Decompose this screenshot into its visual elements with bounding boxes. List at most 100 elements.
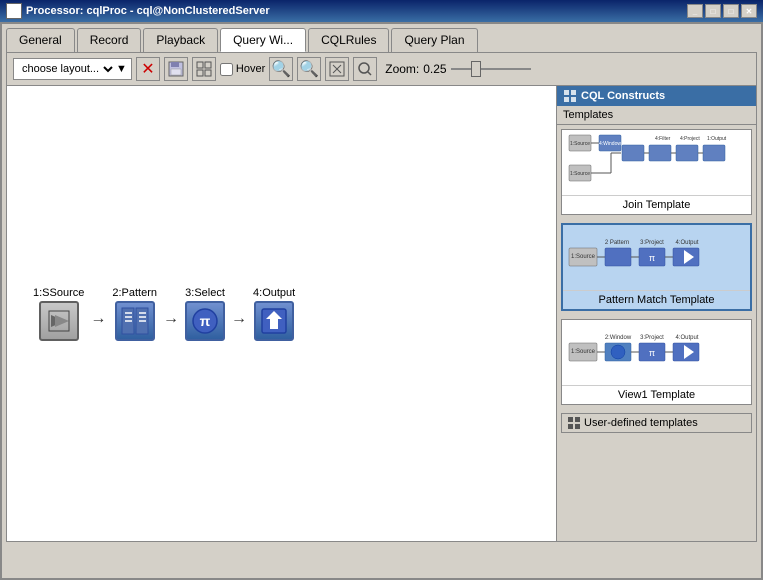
- tab-record[interactable]: Record: [77, 28, 142, 52]
- zoom-out-button[interactable]: 🔍: [297, 57, 321, 81]
- node-output-label: 4:Output: [253, 287, 295, 299]
- svg-text:4:Window: 4:Window: [599, 141, 621, 147]
- zoom-thumb[interactable]: [471, 61, 481, 77]
- view1-svg: 1:Source 2:Window 3:Project π 4:Output: [567, 325, 747, 380]
- tab-general[interactable]: General: [6, 28, 75, 52]
- user-defined-templates-footer[interactable]: User-defined templates: [561, 413, 752, 433]
- node-output-icon[interactable]: [254, 301, 294, 341]
- pattern-match-preview: 1:Source 2 Pattern 3:Project π 4:Output: [563, 225, 750, 290]
- svg-text:π: π: [648, 253, 654, 263]
- hover-checkbox[interactable]: [220, 63, 233, 76]
- constructs-icon: [563, 89, 577, 103]
- layout-select[interactable]: choose layout...: [18, 62, 116, 76]
- svg-text:π: π: [648, 348, 654, 358]
- node-ssource-icon[interactable]: [39, 301, 79, 341]
- search-icon: [357, 61, 373, 77]
- dropdown-arrow-icon: ▼: [116, 63, 127, 75]
- right-panel: CQL Constructs Templates 1:Source: [556, 86, 756, 541]
- pattern-match-template-item[interactable]: 1:Source 2 Pattern 3:Project π 4:Output: [561, 223, 752, 311]
- fit-icon: [329, 61, 345, 77]
- zoom-slider[interactable]: [451, 61, 531, 77]
- node-pattern-icon[interactable]: [115, 301, 155, 341]
- minimize-button[interactable]: _: [687, 4, 703, 18]
- svg-text:2:Window: 2:Window: [604, 335, 631, 341]
- right-panel-header: CQL Constructs: [557, 86, 756, 106]
- svg-text:1:Output: 1:Output: [707, 136, 727, 142]
- right-panel-title: CQL Constructs: [581, 90, 665, 102]
- source-shape: [45, 307, 73, 335]
- grid-button[interactable]: [192, 57, 216, 81]
- select-shape: π: [191, 307, 219, 335]
- svg-text:1:Source: 1:Source: [570, 349, 595, 355]
- svg-text:1:Source: 1:Source: [570, 254, 595, 260]
- titlebar-controls[interactable]: _ □ □ ✕: [687, 4, 757, 18]
- app-icon: ⚙: [6, 3, 22, 19]
- user-templates-icon: [568, 417, 580, 429]
- svg-text:1:Source: 1:Source: [569, 171, 589, 177]
- templates-label: Templates: [563, 109, 613, 121]
- titlebar-left: ⚙ Processor: cqlProc - cql@NonClusteredS…: [6, 3, 270, 19]
- layout-select-wrapper[interactable]: choose layout... ▼: [13, 58, 132, 80]
- svg-text:1:Source: 1:Source: [569, 141, 589, 147]
- zoom-track: [451, 68, 531, 70]
- grid-icon: [196, 61, 212, 77]
- svg-text:2 Pattern: 2 Pattern: [604, 240, 628, 246]
- pattern-shape: [121, 307, 149, 335]
- join-template-svg: 1:Source 4:Window 1:Source Scan: [567, 133, 747, 193]
- output-shape: [260, 307, 288, 335]
- node-pattern-label: 2:Pattern: [112, 287, 157, 299]
- join-template-item[interactable]: 1:Source 4:Window 1:Source Scan: [561, 129, 752, 215]
- join-template-label: Join Template: [562, 195, 751, 214]
- hover-label: Hover: [236, 63, 265, 75]
- zoom-area: Zoom: 0.25: [385, 62, 446, 76]
- svg-text:4:Project: 4:Project: [680, 136, 700, 142]
- arrow-2: →: [163, 311, 179, 327]
- user-defined-label: User-defined templates: [584, 417, 698, 429]
- search-button[interactable]: [353, 57, 377, 81]
- close-button[interactable]: ✕: [741, 4, 757, 18]
- pattern-match-label: Pattern Match Template: [563, 290, 750, 309]
- node-ssource[interactable]: 1:SSource: [33, 287, 84, 341]
- maximize-button[interactable]: □: [705, 4, 721, 18]
- content-area: choose layout... ▼ ✕: [6, 52, 757, 542]
- join-template-preview: 1:Source 4:Window 1:Source Scan: [562, 130, 751, 195]
- svg-text:π: π: [200, 313, 211, 329]
- titlebar-title: Processor: cqlProc - cql@NonClusteredSer…: [26, 5, 270, 17]
- restore-button[interactable]: □: [723, 4, 739, 18]
- view1-template-label: View1 Template: [562, 385, 751, 404]
- save-icon: [168, 61, 184, 77]
- node-pattern[interactable]: 2:Pattern: [112, 287, 157, 341]
- tab-query-plan[interactable]: Query Plan: [391, 28, 477, 52]
- flow-diagram: 1:SSource → 2:Pattern: [27, 287, 301, 341]
- fit-button[interactable]: [325, 57, 349, 81]
- pattern-match-svg: 1:Source 2 Pattern 3:Project π 4:Output: [567, 230, 747, 285]
- node-output[interactable]: 4:Output: [253, 287, 295, 341]
- main-window: General Record Playback Query Wi... CQLR…: [0, 22, 763, 580]
- tab-bar: General Record Playback Query Wi... CQLR…: [2, 24, 761, 52]
- toolbar: choose layout... ▼ ✕: [7, 53, 756, 86]
- node-select-icon[interactable]: π: [185, 301, 225, 341]
- view1-template-item[interactable]: 1:Source 2:Window 3:Project π 4:Output: [561, 319, 752, 405]
- svg-text:4:Output: 4:Output: [675, 240, 698, 246]
- node-ssource-label: 1:SSource: [33, 287, 84, 299]
- svg-text:4:Output: 4:Output: [675, 335, 698, 341]
- tab-playback[interactable]: Playback: [143, 28, 218, 52]
- arrow-3: →: [231, 311, 247, 327]
- titlebar: ⚙ Processor: cqlProc - cql@NonClusteredS…: [0, 0, 763, 22]
- svg-text:3:Project: 3:Project: [640, 240, 664, 246]
- node-select-label: 3:Select: [185, 287, 225, 299]
- delete-button[interactable]: ✕: [136, 57, 160, 81]
- zoom-in-button[interactable]: 🔍: [269, 57, 293, 81]
- hover-checkbox-area[interactable]: Hover: [220, 63, 265, 76]
- query-canvas[interactable]: 1:SSource → 2:Pattern: [7, 86, 556, 541]
- tab-query-window[interactable]: Query Wi...: [220, 28, 306, 52]
- svg-text:4:Filter: 4:Filter: [655, 136, 671, 142]
- node-select[interactable]: 3:Select π: [185, 287, 225, 341]
- right-panel-subheader: Templates: [557, 106, 756, 125]
- zoom-label: Zoom:: [385, 62, 419, 76]
- tab-cqlrules[interactable]: CQLRules: [308, 28, 389, 52]
- svg-text:3:Project: 3:Project: [640, 335, 664, 341]
- save-button[interactable]: [164, 57, 188, 81]
- arrow-1: →: [90, 311, 106, 327]
- zoom-value: 0.25: [423, 62, 446, 76]
